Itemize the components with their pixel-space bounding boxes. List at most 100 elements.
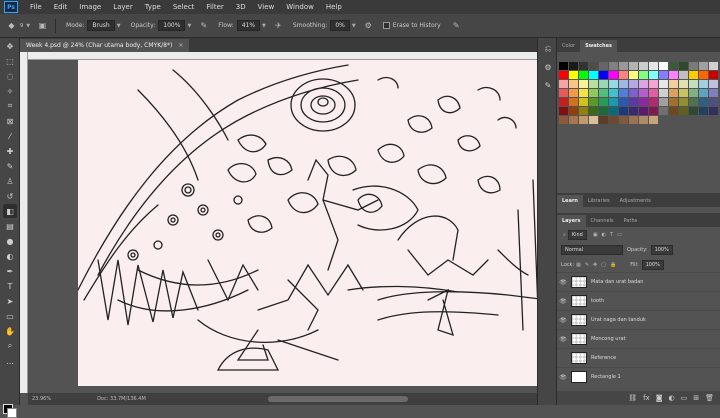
color-swatch[interactable]	[679, 89, 688, 97]
filter-pixel-icon[interactable]: ▣	[593, 232, 598, 238]
color-swatch[interactable]	[599, 98, 608, 106]
color-swatch[interactable]	[689, 80, 698, 88]
path-select-tool-icon[interactable]: ➤	[3, 294, 17, 308]
color-swatch[interactable]	[559, 89, 568, 97]
color-swatch[interactable]	[649, 107, 658, 115]
blend-mode-select[interactable]: Normal	[561, 244, 623, 255]
color-swatch[interactable]	[659, 89, 668, 97]
color-swatch[interactable]	[609, 62, 618, 70]
filter-shape-icon[interactable]: ▭	[617, 232, 622, 238]
layer-row[interactable]: 👁 Mata dan urat badan	[557, 272, 720, 291]
chevron-down-icon[interactable]: ▼	[26, 23, 30, 29]
brush-settings-icon[interactable]: ✎	[541, 78, 555, 92]
color-swatch[interactable]	[609, 71, 618, 79]
color-swatch[interactable]	[649, 116, 658, 124]
color-swatch[interactable]	[649, 71, 658, 79]
rectangle-tool-icon[interactable]: ▭	[3, 309, 17, 323]
new-layer-icon[interactable]: ⊞	[693, 394, 699, 402]
document-tab[interactable]: Week 4.psd @ 24% (Char utama body, CMYK/…	[20, 39, 190, 52]
color-swatch[interactable]	[579, 71, 588, 79]
color-swatch[interactable]	[559, 62, 568, 70]
color-swatch[interactable]	[659, 98, 668, 106]
menu-window[interactable]: Window	[280, 0, 320, 14]
eye-icon[interactable]: 👁	[557, 336, 569, 343]
color-swatch[interactable]	[629, 80, 638, 88]
layer-filter-select[interactable]: Kind	[567, 229, 587, 240]
horizontal-scrollbar[interactable]: 23.96% Doc: 33.7M/136.4M	[28, 393, 537, 405]
lock-pixels-icon[interactable]: ✎	[585, 262, 589, 268]
type-tool-icon[interactable]: T	[3, 279, 17, 293]
flow-input[interactable]: 41%	[236, 20, 261, 31]
layer-name[interactable]: Moncong urat	[591, 336, 626, 342]
color-swatch[interactable]	[689, 62, 698, 70]
color-swatch[interactable]	[649, 89, 658, 97]
color-swatch[interactable]	[689, 89, 698, 97]
layer-row[interactable]: 👁 Moncong urat	[557, 329, 720, 348]
stamp-tool-icon[interactable]: ♙	[3, 174, 17, 188]
dodge-tool-icon[interactable]: ◐	[3, 249, 17, 263]
link-layers-icon[interactable]: ⛓	[628, 394, 637, 402]
color-swatch[interactable]	[579, 62, 588, 70]
color-swatch[interactable]	[649, 62, 658, 70]
color-swatch[interactable]	[599, 116, 608, 124]
color-swatch[interactable]	[599, 89, 608, 97]
pressure-size-icon[interactable]: ✎	[451, 20, 462, 31]
lock-all-icon[interactable]: 🔒	[610, 262, 616, 268]
tab-swatches[interactable]: Swatches	[580, 40, 617, 52]
color-swatch[interactable]	[669, 71, 678, 79]
color-swatch[interactable]	[689, 107, 698, 115]
color-swatch[interactable]	[619, 71, 628, 79]
color-swatch[interactable]	[609, 107, 618, 115]
close-icon[interactable]: ×	[178, 39, 183, 52]
tab-learn[interactable]: Learn	[557, 195, 583, 207]
color-swatch[interactable]	[609, 80, 618, 88]
color-swatch[interactable]	[649, 80, 658, 88]
color-swatch[interactable]	[679, 80, 688, 88]
color-swatch[interactable]	[569, 107, 578, 115]
color-swatch[interactable]	[649, 98, 658, 106]
color-swatch[interactable]	[589, 116, 598, 124]
color-swatch[interactable]	[569, 71, 578, 79]
mode-select[interactable]: Brush	[87, 20, 115, 31]
lock-artboard-icon[interactable]: ▢	[601, 262, 606, 268]
tab-paths[interactable]: Paths	[619, 215, 643, 227]
layer-row[interactable]: Reference	[557, 348, 720, 367]
mask-icon[interactable]: ◙	[656, 394, 663, 402]
tab-color[interactable]: Color	[557, 40, 580, 52]
gear-icon[interactable]: ⚙	[363, 20, 374, 31]
eye-icon[interactable]: 👁	[557, 279, 569, 286]
color-swatch[interactable]	[619, 116, 628, 124]
eye-icon[interactable]: 👁	[557, 298, 569, 305]
color-swatch[interactable]	[639, 107, 648, 115]
zoom-level[interactable]: 23.96%	[32, 396, 51, 402]
color-swatch[interactable]	[629, 62, 638, 70]
more-tools-icon[interactable]: …	[3, 354, 17, 368]
color-swatch[interactable]	[589, 80, 598, 88]
color-swatch[interactable]	[629, 71, 638, 79]
color-swatch[interactable]	[659, 107, 668, 115]
color-swatch[interactable]	[629, 107, 638, 115]
color-swatch[interactable]	[559, 116, 568, 124]
canvas-area[interactable]	[28, 60, 537, 393]
properties-panel-icon[interactable]: ⚙	[541, 60, 555, 74]
color-swatch[interactable]	[689, 98, 698, 106]
filter-type-icon[interactable]: T	[610, 232, 613, 238]
layer-row[interactable]: 👁 Rectangle 1	[557, 367, 720, 386]
brush-panel-icon[interactable]: ▣	[37, 20, 48, 31]
menu-edit[interactable]: Edit	[48, 0, 74, 14]
color-swatch[interactable]	[699, 89, 708, 97]
color-swatch[interactable]	[699, 71, 708, 79]
color-swatch[interactable]	[709, 89, 718, 97]
pressure-opacity-icon[interactable]: ✎	[198, 20, 209, 31]
color-swatch[interactable]	[639, 116, 648, 124]
color-swatch[interactable]	[639, 98, 648, 106]
color-swatch[interactable]	[609, 98, 618, 106]
airbrush-icon[interactable]: ✈	[273, 20, 284, 31]
color-swatch[interactable]	[619, 80, 628, 88]
color-swatch[interactable]	[599, 107, 608, 115]
color-swatch[interactable]	[589, 89, 598, 97]
color-swatch[interactable]	[569, 116, 578, 124]
color-swatch[interactable]	[599, 62, 608, 70]
color-swatch[interactable]	[669, 89, 678, 97]
color-swatch[interactable]	[579, 80, 588, 88]
